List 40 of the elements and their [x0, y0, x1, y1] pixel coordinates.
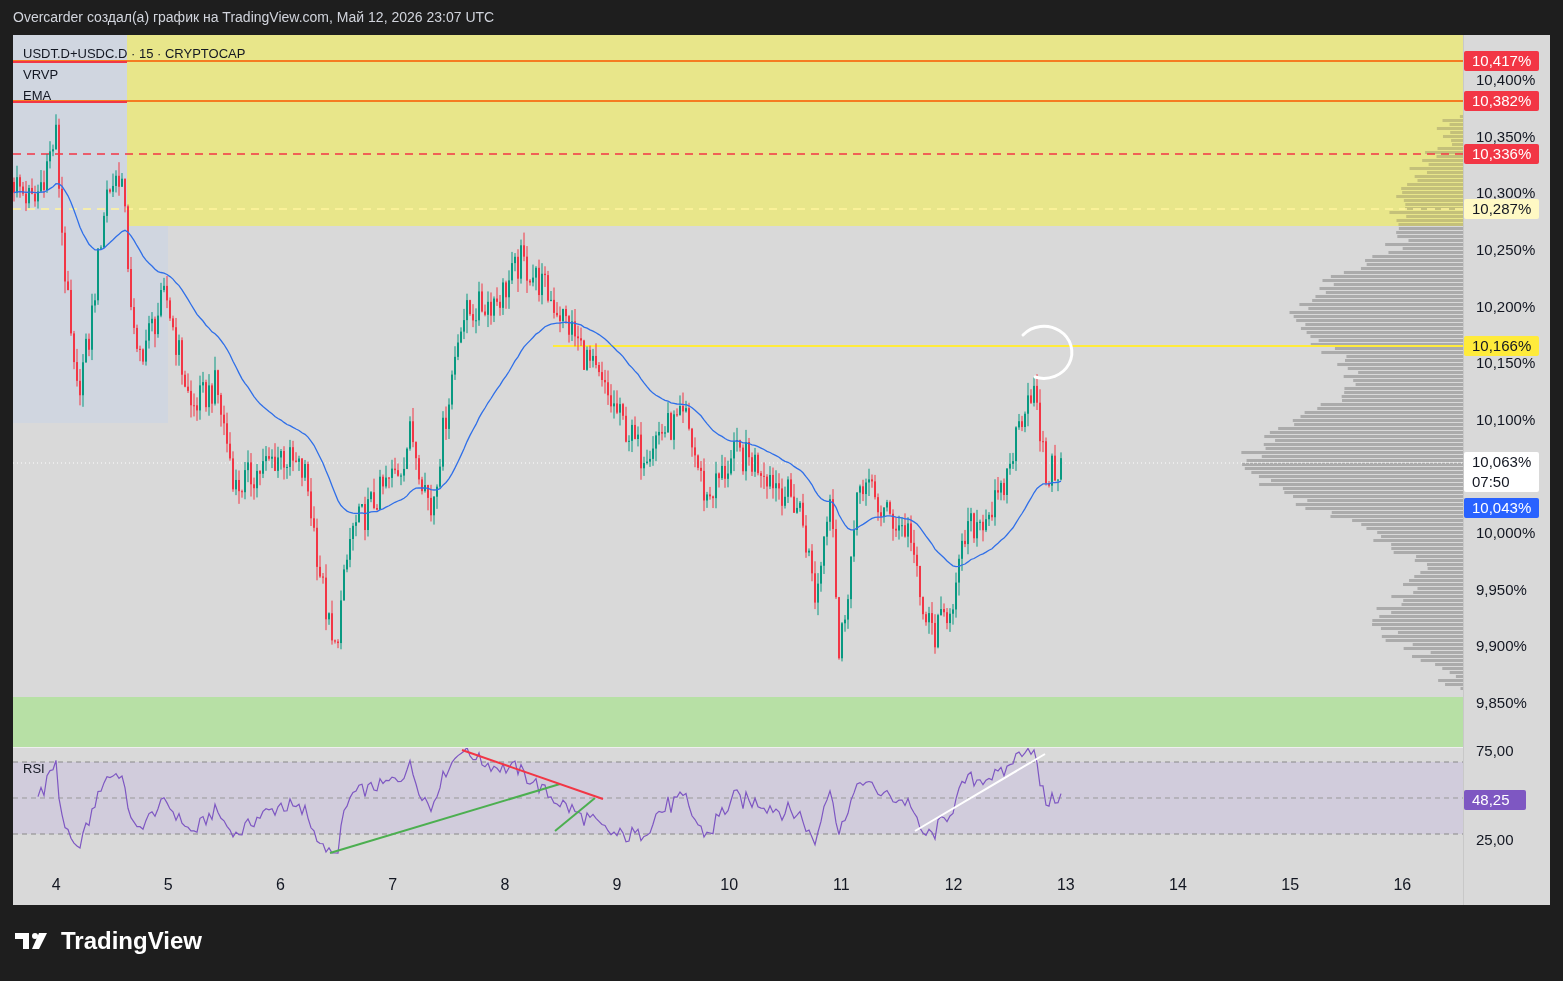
symbol-legend[interactable]: USDT.D+USDC.D · 15 · CRYPTOCAP	[23, 43, 246, 64]
price-axis-label: 10,250%	[1476, 240, 1536, 259]
price-axis-label: 9,950%	[1476, 580, 1527, 599]
time-axis-label: 12	[943, 875, 964, 895]
rsi-axis-label: 25,00	[1476, 831, 1514, 849]
indicator-legend[interactable]: VRVP	[23, 64, 246, 85]
price-axis-label: 10,150%	[1476, 354, 1536, 373]
time-axis-label: 10	[719, 875, 740, 895]
chart-caption: Overcarder создал(а) график на TradingView.com, Май 12, 2026 23:07 UTC	[13, 8, 495, 27]
price-axis-label: 9,900%	[1476, 637, 1527, 656]
time-axis-label: 16	[1392, 875, 1413, 895]
rsi-value-tag: 48,25	[1464, 790, 1526, 810]
time-axis-label: 5	[162, 875, 174, 895]
time-axis-label: 11	[832, 875, 851, 895]
price-axis-label: 10,000%	[1476, 524, 1536, 543]
time-axis-label: 15	[1280, 875, 1301, 895]
price-tag: 10,166%	[1464, 336, 1539, 356]
price-tag: 10,417%	[1464, 51, 1539, 71]
price-axis-label: 10,350%	[1476, 127, 1536, 146]
price-axis-label: 10,200%	[1476, 297, 1536, 316]
time-axis-label: 13	[1055, 875, 1076, 895]
time-axis-label: 8	[499, 875, 511, 895]
time-axis-label: 7	[387, 875, 399, 895]
time-axis-label: 14	[1168, 875, 1188, 895]
time-axis-label: 6	[275, 875, 286, 895]
time-axis-label: 4	[50, 875, 62, 895]
price-tag: 10,336%	[1464, 144, 1539, 164]
price-tag: 10,043%	[1464, 498, 1539, 518]
price-tag: 10,063% 07:50	[1464, 452, 1539, 492]
time-axis-label: 9	[611, 875, 623, 895]
price-tag: 10,382%	[1464, 91, 1539, 111]
price-tag: 10,287%	[1464, 199, 1539, 219]
price-axis-label: 10,400%	[1476, 71, 1536, 89]
price-axis-label: 9,850%	[1476, 694, 1527, 713]
rsi-axis-label: 75,00	[1476, 742, 1514, 760]
circle-annotation	[1021, 324, 1074, 380]
rsi-legend[interactable]: RSI	[23, 759, 45, 779]
indicator-legend[interactable]: EMA	[23, 85, 246, 106]
brand-name: TradingView	[61, 929, 202, 953]
price-axis-label: 10,100%	[1476, 410, 1536, 429]
